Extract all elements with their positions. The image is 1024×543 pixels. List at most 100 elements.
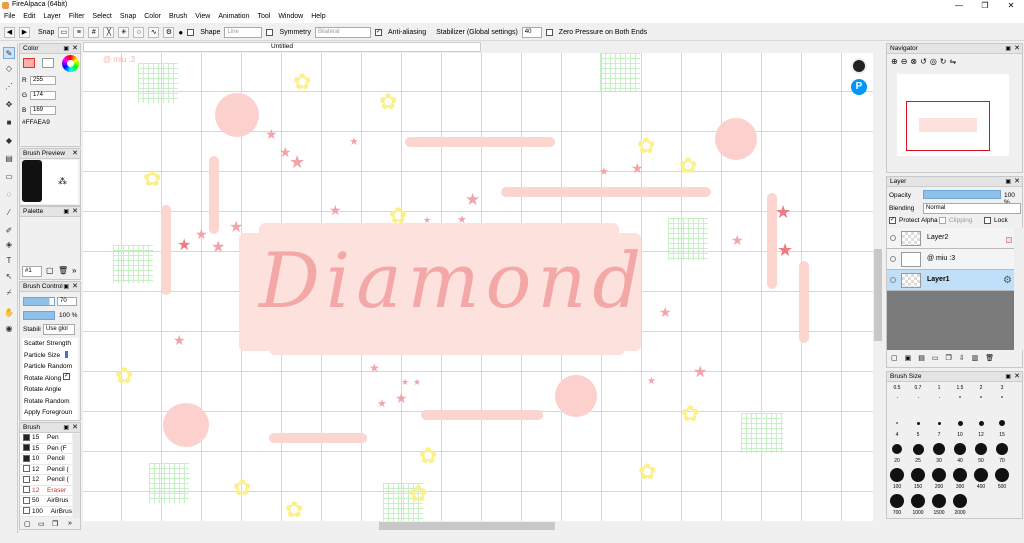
hand-tool-icon[interactable]: ✋ [3, 307, 15, 319]
select-eraser-icon[interactable]: ◈ [3, 239, 15, 251]
brush-size-dot[interactable] [890, 468, 904, 482]
rotate-left-icon[interactable]: ↺ [920, 57, 927, 66]
close-icon[interactable]: ✕ [1014, 372, 1020, 382]
stabilizer-select[interactable]: 40 [521, 26, 542, 38]
brush-size-dot[interactable] [932, 494, 946, 508]
avatar-icon[interactable] [851, 58, 867, 74]
menu-window[interactable]: Window [274, 11, 307, 23]
snap-parallel-icon[interactable]: ≡ [73, 26, 85, 38]
brush-size-dot[interactable] [911, 494, 925, 508]
dock-icon[interactable]: ▣ [1005, 177, 1011, 187]
brush-size-dot[interactable] [999, 420, 1005, 426]
rotate-along-checkbox[interactable]: ✓ [63, 373, 70, 380]
brush-item[interactable]: 10 Pencil [20, 454, 72, 465]
zoom-tool-icon[interactable]: ◉ [3, 323, 15, 335]
zoom-fit-icon[interactable]: ⊗ [910, 57, 917, 66]
operation-tool-icon[interactable]: ↖ [3, 271, 15, 283]
color-wheel-icon[interactable] [62, 55, 79, 72]
close-icon[interactable]: ✕ [72, 149, 78, 159]
brush-size-dot[interactable] [995, 468, 1009, 482]
symmetry-select[interactable]: Bilateral [314, 26, 371, 38]
select-tool-icon[interactable]: ▭ [3, 171, 15, 183]
layer-item-selected[interactable]: Layer1 ⚙ [887, 270, 1014, 291]
maximize-button[interactable]: ❐ [972, 0, 998, 11]
brush-size-dot[interactable] [937, 421, 941, 425]
brush-item[interactable]: 15 Pen [20, 433, 72, 444]
fill-rect-tool-icon[interactable]: ■ [3, 117, 15, 129]
brush-item[interactable]: 12 Eraser [20, 485, 72, 496]
brush-size-dot[interactable] [954, 443, 966, 455]
vertical-scroll-thumb[interactable] [874, 249, 882, 341]
snap-settings-icon[interactable]: ⚙ [163, 26, 175, 38]
canvas-horizontal-scrollbar[interactable] [83, 521, 873, 531]
layer-list-scrollbar[interactable] [1014, 228, 1023, 350]
text-tool-icon[interactable]: T [3, 255, 15, 267]
palette-swatches-area[interactable] [22, 219, 72, 263]
select-pen-icon[interactable]: ✐ [3, 225, 15, 237]
lock-checkbox[interactable] [984, 217, 991, 224]
brush-item[interactable]: 12 Pencil ( [20, 475, 72, 486]
duplicate-brush-icon[interactable]: ❐ [52, 520, 58, 528]
menu-filter[interactable]: Filter [65, 11, 89, 23]
clear-layer-icon[interactable]: ▥ [972, 354, 979, 362]
menu-brush[interactable]: Brush [165, 11, 191, 23]
brush-size-dot[interactable] [980, 396, 982, 398]
hex-value[interactable]: #FFAEA9 [22, 119, 50, 126]
option-particle-size[interactable]: Particle Size [22, 350, 78, 362]
brush-item[interactable]: 15 Pen (F [20, 443, 72, 454]
dock-icon[interactable]: ▣ [1005, 44, 1011, 54]
r-input[interactable]: 255 [30, 76, 56, 85]
prev-frame-icon[interactable]: ◀ [4, 26, 15, 38]
brush-size-dot[interactable] [975, 443, 987, 455]
menu-help[interactable]: Help [307, 11, 329, 23]
zero-pressure-checkbox[interactable] [545, 28, 553, 36]
menu-file[interactable]: File [0, 11, 19, 23]
option-apply-foreground[interactable]: Apply Foregroun [22, 407, 78, 419]
close-button[interactable]: ✕ [998, 0, 1024, 11]
new-layer-icon[interactable]: ▢ [891, 354, 898, 362]
canvas-tab[interactable]: Untitled [83, 42, 481, 52]
brush-list-scrollbar[interactable] [73, 434, 80, 518]
menu-tool[interactable]: Tool [253, 11, 274, 23]
visibility-icon[interactable] [890, 235, 896, 241]
new-1bit-layer-icon[interactable]: ▤ [918, 354, 925, 362]
snap-circle-icon[interactable]: ○ [133, 26, 145, 38]
dock-icon[interactable]: ▣ [63, 207, 69, 217]
brush-size-dot[interactable] [953, 468, 967, 482]
dock-icon[interactable]: ▣ [63, 282, 69, 292]
pixiv-icon[interactable]: P [851, 79, 867, 95]
brush-size-dot[interactable] [917, 396, 919, 398]
close-icon[interactable]: ✕ [72, 207, 78, 217]
palette-delete-icon[interactable]: 🗑 [58, 266, 68, 275]
primary-color-swatch[interactable] [23, 58, 35, 68]
brush-size-dot[interactable] [953, 494, 967, 508]
rotate-reset-icon[interactable]: ◎ [930, 57, 937, 66]
brush-size-dot[interactable] [911, 468, 925, 482]
zoom-in-icon[interactable]: ⊕ [891, 57, 898, 66]
brush-opacity-slider[interactable] [23, 311, 55, 320]
palette-selector[interactable]: #1 [22, 266, 42, 277]
option-scatter-strength[interactable]: Scatter Strength [22, 338, 78, 350]
brush-size-dot[interactable] [912, 443, 924, 455]
b-input[interactable]: 169 [30, 106, 56, 115]
menu-select[interactable]: Select [88, 11, 115, 23]
brush-item[interactable]: 12 Pencil ( [20, 464, 72, 475]
brush-size-dot[interactable] [932, 468, 946, 482]
eraser-tool-icon[interactable]: ◇ [3, 63, 15, 75]
snap-grid-icon[interactable]: # [88, 26, 100, 38]
layer-settings-icon[interactable]: ⚙ [1003, 275, 1012, 286]
magic-wand-icon[interactable]: ⁄ [3, 207, 15, 219]
menu-color[interactable]: Color [140, 11, 165, 23]
palette-add-icon[interactable]: ▢ [46, 266, 54, 275]
gradient-tool-icon[interactable]: ▤ [3, 153, 15, 165]
option-rotate-random[interactable]: Rotate Random [22, 396, 78, 408]
duplicate-layer-icon[interactable]: ❐ [946, 354, 952, 362]
menu-layer[interactable]: Layer [39, 11, 65, 23]
folder-brush-icon[interactable]: ▭ [38, 520, 45, 528]
brush-size-dot[interactable] [896, 422, 898, 424]
brush-size-dot[interactable] [938, 396, 940, 398]
shape-select[interactable]: Line [224, 26, 263, 38]
clipping-checkbox[interactable] [939, 217, 946, 224]
close-icon[interactable]: ✕ [1014, 177, 1020, 187]
minimize-button[interactable]: — [946, 0, 972, 11]
